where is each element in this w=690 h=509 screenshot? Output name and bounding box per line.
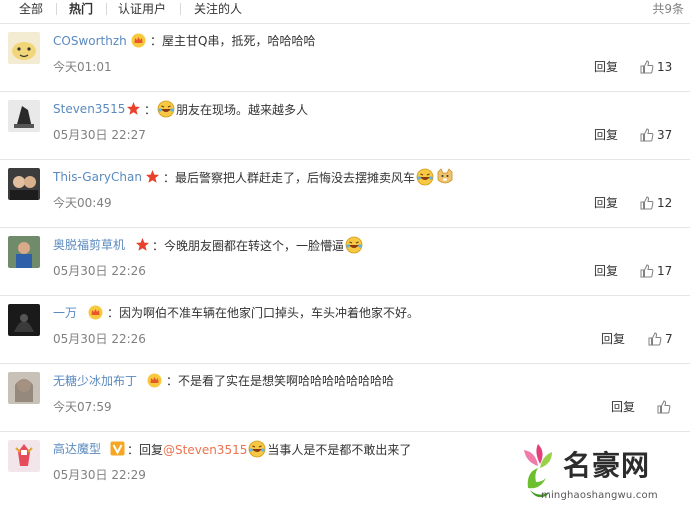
- total-comment-count: 共9条: [652, 2, 684, 16]
- avatar[interactable]: [8, 32, 40, 64]
- tab-divider: [180, 3, 181, 15]
- tab-hot[interactable]: 热门: [69, 1, 93, 17]
- tab-all[interactable]: 全部: [19, 1, 43, 17]
- comment-item: This-GaryChan ：最后警察把人群赶走了，后悔没去摆摊卖风车 今天00…: [0, 159, 690, 227]
- tab-verified-users[interactable]: 认证用户: [118, 1, 166, 17]
- watermark-url: minghaoshangwu.com: [541, 490, 658, 501]
- comment-time: 05月30日 22:29: [53, 468, 146, 482]
- thumbs-up-icon: [640, 128, 654, 142]
- username-link[interactable]: 高达魔型: [53, 440, 101, 458]
- comment-item: 无糖少冰加布丁 ：不是看了实在是想笑啊哈哈哈哈哈哈哈哈 今天07:59 回复: [0, 363, 690, 431]
- like-button[interactable]: [657, 399, 671, 415]
- orange-v-icon: [110, 441, 125, 456]
- thumbs-up-icon: [640, 60, 654, 74]
- laugh-cry-emoji-icon: [248, 440, 266, 458]
- thumbs-up-icon: [648, 332, 662, 346]
- tab-following[interactable]: 关注的人: [194, 1, 242, 17]
- comment-text: ：不是看了实在是想笑啊哈哈哈哈哈哈哈哈: [166, 374, 395, 388]
- username-link[interactable]: 奥脱福剪草机: [53, 236, 125, 254]
- like-button[interactable]: 37: [640, 127, 672, 143]
- tab-divider: [56, 3, 57, 15]
- comment-time: 05月30日 22:26: [53, 264, 146, 278]
- like-count: 37: [657, 128, 673, 142]
- comment-item: Steven3515 ：朋友在现场。越来越多人 05月30日 22:27 回复 …: [0, 91, 690, 159]
- crown-icon: [147, 373, 162, 388]
- avatar[interactable]: [8, 372, 40, 404]
- reply-button[interactable]: 回复: [611, 399, 635, 415]
- comment-item: COSworthzh ：屋主甘Q串，抵死，哈哈哈哈 今天01:01 回复 13: [0, 23, 690, 91]
- comment-item: 一万 ：因为啊伯不准车辆在他家门口掉头，车头冲着他家不好。 05月30日 22:…: [0, 295, 690, 363]
- comment-time: 今天01:01: [53, 60, 112, 74]
- laugh-cry-emoji-icon: [157, 100, 175, 118]
- like-count: 7: [665, 332, 673, 346]
- crown-icon: [88, 305, 103, 320]
- thumbs-up-icon: [657, 400, 671, 414]
- avatar[interactable]: [8, 168, 40, 200]
- reply-button[interactable]: 回复: [594, 195, 618, 211]
- comment-text: ：最后警察把人群赶走了，后悔没去摆摊卖风车: [163, 168, 455, 187]
- laugh-cry-emoji-icon: [416, 168, 434, 186]
- laugh-cry-emoji-icon: [345, 236, 363, 254]
- avatar[interactable]: [8, 440, 40, 472]
- tab-divider: [106, 3, 107, 15]
- avatar[interactable]: [8, 100, 40, 132]
- comment-text: ：屋主甘Q串，抵死，哈哈哈哈: [150, 34, 316, 48]
- reply-button[interactable]: 回复: [594, 59, 618, 75]
- like-button[interactable]: 13: [640, 59, 672, 75]
- comment-filter-tabs: 全部 热门 认证用户 关注的人 共9条: [0, 0, 690, 19]
- comment-item: 奥脱福剪草机 ：今晚朋友圈都在转这个，一脸懵逼 05月30日 22:26 回复 …: [0, 227, 690, 295]
- comment-time: 今天00:49: [53, 196, 112, 210]
- reply-button[interactable]: 回复: [594, 127, 618, 143]
- comment-time: 05月30日 22:26: [53, 332, 146, 346]
- avatar[interactable]: [8, 304, 40, 336]
- username-link[interactable]: COSworthzh: [53, 32, 127, 50]
- comment-text: ：朋友在现场。越来越多人: [144, 100, 308, 119]
- like-button[interactable]: 12: [640, 195, 672, 211]
- thumbs-up-icon: [640, 264, 654, 278]
- thumbs-up-icon: [640, 196, 654, 210]
- comment-time: 05月30日 22:27: [53, 128, 146, 142]
- username-link[interactable]: Steven3515: [53, 100, 125, 118]
- like-count: 17: [657, 264, 673, 278]
- mention-link[interactable]: @Steven3515: [163, 443, 247, 457]
- red-star-icon: [136, 238, 149, 251]
- red-star-icon: [127, 102, 140, 115]
- username-link[interactable]: 一万: [53, 304, 77, 322]
- comment-text: ：因为啊伯不准车辆在他家门口掉头，车头冲着他家不好。: [107, 306, 420, 320]
- like-button[interactable]: 17: [640, 263, 672, 279]
- like-count: 12: [657, 196, 673, 210]
- comment-text: ：回复@Steven3515 当事人是不是都不敢出来了: [127, 440, 411, 459]
- comment-text: ：今晚朋友圈都在转这个，一脸懵逼: [152, 236, 364, 255]
- red-star-icon: [146, 170, 159, 183]
- username-link[interactable]: 无糖少冰加布丁: [53, 372, 137, 390]
- reply-button[interactable]: 回复: [594, 263, 618, 279]
- comment-time: 今天07:59: [53, 400, 112, 414]
- like-button[interactable]: 7: [648, 331, 673, 347]
- username-link[interactable]: This-GaryChan: [53, 168, 142, 186]
- crown-icon: [131, 33, 146, 48]
- like-count: 13: [657, 60, 673, 74]
- avatar[interactable]: [8, 236, 40, 268]
- reply-button[interactable]: 回复: [601, 331, 625, 347]
- doge-emoji-icon: [437, 168, 453, 184]
- watermark-title: 名豪网: [563, 449, 651, 482]
